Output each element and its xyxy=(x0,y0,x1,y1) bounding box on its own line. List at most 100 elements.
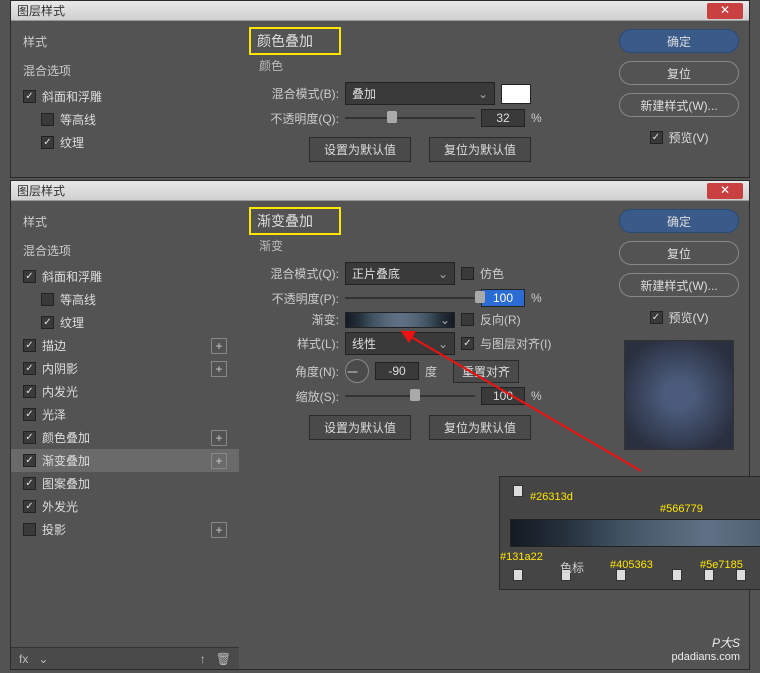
checkbox-icon[interactable] xyxy=(23,270,36,283)
sidebar-item-texture[interactable]: 纹理 xyxy=(11,311,239,334)
blend-mode-select[interactable]: 叠加 xyxy=(345,82,495,105)
blend-mode-select[interactable]: 正片叠底 xyxy=(345,262,455,285)
scale-value[interactable]: 100 xyxy=(481,387,525,405)
close-icon[interactable]: ✕ xyxy=(707,183,743,199)
section-label: 渐变 xyxy=(249,235,599,258)
checkbox-icon[interactable] xyxy=(23,90,36,103)
sidebar-item-stroke[interactable]: 描边+ xyxy=(11,334,239,357)
sidebar-item-satin[interactable]: 光泽 xyxy=(11,403,239,426)
checkbox-icon[interactable] xyxy=(461,267,474,280)
checkbox-icon[interactable] xyxy=(23,385,36,398)
checkbox-icon[interactable] xyxy=(23,477,36,490)
checkbox-icon[interactable] xyxy=(23,408,36,421)
color-hex-label: #405363 xyxy=(610,559,653,571)
checkbox-icon[interactable] xyxy=(650,131,663,144)
ok-button[interactable]: 确定 xyxy=(619,29,739,53)
cancel-button[interactable]: 复位 xyxy=(619,61,739,85)
checkbox-icon[interactable] xyxy=(41,136,54,149)
titlebar[interactable]: 图层样式 ✕ xyxy=(11,181,749,201)
opacity-slider[interactable] xyxy=(345,291,475,305)
checkbox-icon[interactable] xyxy=(23,362,36,375)
scale-label: 缩放(S): xyxy=(249,388,339,405)
sidebar-item-inner-glow[interactable]: 内发光 xyxy=(11,380,239,403)
opacity-stop[interactable] xyxy=(513,485,523,497)
preview-label: 预览(V) xyxy=(669,309,709,326)
arrow-up-icon[interactable]: ↑ xyxy=(200,652,206,666)
checkbox-icon[interactable] xyxy=(461,313,474,326)
new-style-button[interactable]: 新建样式(W)... xyxy=(619,273,739,297)
sidebar-header-styles[interactable]: 样式 xyxy=(11,27,239,56)
main-panel: 渐变叠加 渐变 混合模式(Q): 正片叠底 仿色 不透明度(P): 100 % … xyxy=(239,201,609,669)
sidebar-header-blendopts[interactable]: 混合选项 xyxy=(11,236,239,265)
blend-mode-label: 混合模式(B): xyxy=(249,85,339,102)
titlebar[interactable]: 图层样式 ✕ xyxy=(11,1,749,21)
sidebar-item-contour[interactable]: 等高线 xyxy=(11,108,239,131)
reset-default-button[interactable]: 复位为默认值 xyxy=(429,137,531,162)
opacity-value[interactable]: 100 xyxy=(481,289,525,307)
color-stop[interactable] xyxy=(672,569,682,581)
checkbox-icon[interactable] xyxy=(23,523,36,536)
gradient-bar[interactable] xyxy=(510,519,760,547)
reset-default-button[interactable]: 复位为默认值 xyxy=(429,415,531,440)
align-label: 与图层对齐(I) xyxy=(480,335,551,352)
checkbox-icon[interactable] xyxy=(41,293,54,306)
sidebar-item-color-overlay[interactable]: 颜色叠加+ xyxy=(11,426,239,449)
ok-button[interactable]: 确定 xyxy=(619,209,739,233)
gradient-style-select[interactable]: 线性 xyxy=(345,332,455,355)
color-hex-label: #566779 xyxy=(660,503,703,515)
angle-dial[interactable] xyxy=(345,359,369,383)
checkbox-icon[interactable] xyxy=(23,454,36,467)
scale-slider[interactable] xyxy=(345,389,475,403)
sidebar-item-gradient-overlay[interactable]: 渐变叠加+ xyxy=(11,449,239,472)
color-stop[interactable] xyxy=(513,569,523,581)
opacity-slider[interactable] xyxy=(345,111,475,125)
gradient-editor: #26313d #566779 #131a22 #405363 #5e7185 … xyxy=(499,476,760,590)
plus-icon[interactable]: + xyxy=(211,453,227,469)
opacity-value[interactable]: 32 xyxy=(481,109,525,127)
reverse-label: 反向(R) xyxy=(480,311,521,328)
checkbox-icon[interactable] xyxy=(23,431,36,444)
style-label: 样式(L): xyxy=(249,335,339,352)
sidebar-item-drop-shadow[interactable]: 投影+ xyxy=(11,518,239,541)
checkbox-icon[interactable] xyxy=(41,113,54,126)
cancel-button[interactable]: 复位 xyxy=(619,241,739,265)
right-panel: 确定 复位 新建样式(W)... 预览(V) xyxy=(609,201,749,669)
sidebar-item-contour[interactable]: 等高线 xyxy=(11,288,239,311)
checkbox-icon[interactable] xyxy=(41,316,54,329)
gradient-label: 渐变: xyxy=(249,311,339,328)
chevron-down-icon[interactable]: ⌄ xyxy=(38,652,48,666)
sidebar-item-inner-shadow[interactable]: 内阴影+ xyxy=(11,357,239,380)
close-icon[interactable]: ✕ xyxy=(707,3,743,19)
sidebar-item-bevel[interactable]: 斜面和浮雕 xyxy=(11,85,239,108)
plus-icon[interactable]: + xyxy=(211,361,227,377)
watermark-logo: P大S xyxy=(672,634,741,651)
checkbox-icon[interactable] xyxy=(23,500,36,513)
checkbox-icon[interactable] xyxy=(23,339,36,352)
sidebar-header-styles[interactable]: 样式 xyxy=(11,207,239,236)
fx-icon[interactable]: fx xyxy=(19,652,28,666)
sidebar-item-outer-glow[interactable]: 外发光 xyxy=(11,495,239,518)
set-default-button[interactable]: 设置为默认值 xyxy=(309,137,411,162)
panel-title-highlight: 渐变叠加 xyxy=(249,207,341,235)
preview-label: 预览(V) xyxy=(669,129,709,146)
sidebar-item-bevel[interactable]: 斜面和浮雕 xyxy=(11,265,239,288)
gradient-picker[interactable] xyxy=(345,312,455,328)
dialog-title: 图层样式 xyxy=(17,182,707,199)
plus-icon[interactable]: + xyxy=(211,522,227,538)
checkbox-icon[interactable] xyxy=(650,311,663,324)
plus-icon[interactable]: + xyxy=(211,338,227,354)
sidebar-item-texture[interactable]: 纹理 xyxy=(11,131,239,154)
reset-align-button[interactable]: 重置对齐 xyxy=(453,360,519,383)
color-swatch[interactable] xyxy=(501,84,531,104)
sidebar-item-pattern-overlay[interactable]: 图案叠加 xyxy=(11,472,239,495)
new-style-button[interactable]: 新建样式(W)... xyxy=(619,93,739,117)
set-default-button[interactable]: 设置为默认值 xyxy=(309,415,411,440)
sidebar-header-blendopts[interactable]: 混合选项 xyxy=(11,56,239,85)
color-hex-label: #131a22 xyxy=(500,551,543,563)
checkbox-icon[interactable] xyxy=(461,337,474,350)
angle-value[interactable]: -90 xyxy=(375,362,419,380)
right-panel: 确定 复位 新建样式(W)... 预览(V) xyxy=(609,21,749,168)
plus-icon[interactable]: + xyxy=(211,430,227,446)
color-stops-label: 色标 xyxy=(560,559,584,576)
trash-icon[interactable]: 🗑 xyxy=(216,652,231,666)
